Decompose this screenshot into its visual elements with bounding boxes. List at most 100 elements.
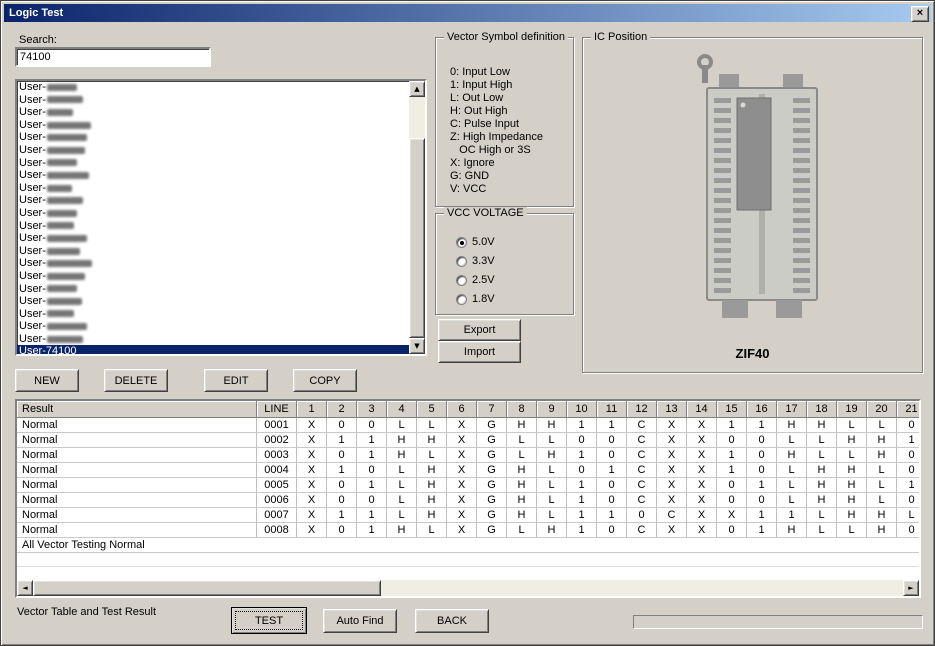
list-item[interactable]: User-	[17, 94, 409, 107]
column-header-pin: 12	[627, 401, 657, 418]
list-item[interactable]: User-	[17, 270, 409, 283]
list-item-selected[interactable]: User-74100	[17, 345, 409, 354]
list-item[interactable]: User-	[17, 283, 409, 296]
radio-icon[interactable]	[456, 294, 467, 305]
column-header-pin: 15	[717, 401, 747, 418]
result-table[interactable]: ResultLINE123456789101112131415161718192…	[15, 399, 921, 598]
user-list[interactable]: User-User-User-User-User-User-User-User-…	[15, 79, 427, 356]
list-item[interactable]: User-	[17, 131, 409, 144]
vector-cell: C	[657, 508, 687, 523]
radio-icon[interactable]	[456, 275, 467, 286]
vector-cell: L	[417, 448, 447, 463]
vector-cell: 1	[567, 493, 597, 508]
back-button[interactable]: BACK	[415, 609, 489, 633]
obscured-text	[47, 273, 85, 280]
table-row[interactable]: Normal0006X00LHXGHL10CXX00LHHL0	[17, 493, 919, 508]
table-row[interactable]: Normal0001X00LLXGHH11CXX11HHLL0	[17, 418, 919, 433]
vector-cell: 1	[357, 478, 387, 493]
column-header-pin: 10	[567, 401, 597, 418]
list-item[interactable]: User-	[17, 144, 409, 157]
legend-line: 1: Input High	[450, 79, 543, 92]
obscured-text	[47, 210, 77, 217]
close-icon[interactable]: ×	[911, 6, 929, 22]
list-item[interactable]: User-	[17, 257, 409, 270]
vector-cell: 1	[747, 418, 777, 433]
scroll-up-icon[interactable]: ▲	[409, 81, 425, 97]
vector-cell: H	[867, 523, 897, 538]
title-bar[interactable]: Logic Test ×	[4, 4, 931, 22]
export-button[interactable]: Export	[438, 319, 521, 341]
vector-cell: H	[837, 463, 867, 478]
list-item[interactable]: User-	[17, 295, 409, 308]
table-row[interactable]: Normal0002X11HHXGLL00CXX00LLHH1	[17, 433, 919, 448]
vector-cell: X	[447, 493, 477, 508]
list-item[interactable]: User-	[17, 194, 409, 207]
list-item[interactable]: User-	[17, 169, 409, 182]
vcc-option-5-0V[interactable]: 5.0V	[456, 236, 495, 248]
vector-cell: L	[507, 433, 537, 448]
list-item[interactable]: User-	[17, 81, 409, 94]
hscroll-thumb[interactable]	[33, 580, 381, 596]
test-button[interactable]: TEST	[231, 607, 307, 634]
list-item[interactable]: User-	[17, 207, 409, 220]
empty-row	[17, 553, 919, 567]
line-cell: 0003	[257, 448, 297, 463]
vector-cell: X	[687, 523, 717, 538]
vector-cell: 1	[357, 448, 387, 463]
vcc-option-2-5V[interactable]: 2.5V	[456, 274, 495, 286]
zif-socket-graphic	[667, 52, 837, 324]
vcc-option-1-8V[interactable]: 1.8V	[456, 293, 495, 305]
scroll-down-icon[interactable]: ▼	[409, 338, 425, 354]
edit-button[interactable]: EDIT	[204, 369, 268, 392]
vector-cell: 0	[597, 448, 627, 463]
vector-cell: X	[657, 493, 687, 508]
table-hscrollbar[interactable]: ◄ ►	[17, 580, 919, 596]
new-button[interactable]: NEW	[15, 369, 79, 392]
vector-cell: L	[537, 463, 567, 478]
scroll-left-icon[interactable]: ◄	[17, 580, 33, 596]
list-item[interactable]: User-	[17, 220, 409, 233]
column-header-pin: 1	[297, 401, 327, 418]
import-button[interactable]: Import	[438, 341, 521, 363]
list-item[interactable]: User-	[17, 333, 409, 346]
list-item[interactable]: User-	[17, 245, 409, 258]
table-row[interactable]: Normal0003X01HLXGLH10CXX10HLLH0	[17, 448, 919, 463]
list-item[interactable]: User-	[17, 119, 409, 132]
list-item[interactable]: User-	[17, 157, 409, 170]
result-cell: Normal	[17, 523, 257, 538]
list-scrollbar[interactable]: ▲ ▼	[409, 81, 425, 354]
search-input[interactable]	[15, 47, 211, 67]
list-item[interactable]: User-	[17, 106, 409, 119]
table-row[interactable]: Normal0007X11LHXGHL110CXX11LHHL	[17, 508, 919, 523]
copy-button[interactable]: COPY	[293, 369, 357, 392]
list-item-label: User-	[19, 182, 46, 195]
legend-line: OC High or 3S	[450, 144, 543, 157]
radio-icon[interactable]	[456, 237, 467, 248]
vector-cell: L	[417, 523, 447, 538]
vector-cell: 0	[717, 493, 747, 508]
column-header-pin: 4	[387, 401, 417, 418]
delete-button[interactable]: DELETE	[104, 369, 168, 392]
table-body: Normal0001X00LLXGHH11CXX11HHLL0Normal000…	[17, 418, 919, 580]
list-item[interactable]: User-	[17, 232, 409, 245]
table-row[interactable]: Normal0005X01LHXGHL10CXX01LHHL1	[17, 478, 919, 493]
legend-line: L: Out Low	[450, 92, 543, 105]
vcc-option-3-3V[interactable]: 3.3V	[456, 255, 495, 267]
list-item-label: User-	[19, 131, 46, 144]
vector-cell: X	[297, 448, 327, 463]
list-item[interactable]: User-	[17, 182, 409, 195]
vector-cell: 0	[597, 493, 627, 508]
scroll-thumb[interactable]	[409, 138, 425, 338]
vector-cell: L	[537, 493, 567, 508]
radio-icon[interactable]	[456, 256, 467, 267]
vector-cell: X	[687, 493, 717, 508]
scroll-right-icon[interactable]: ►	[903, 580, 919, 596]
vector-cell: L	[537, 508, 567, 523]
list-item[interactable]: User-	[17, 320, 409, 333]
table-row[interactable]: Normal0004X10LHXGHL01CXX10LHHL0	[17, 463, 919, 478]
list-item[interactable]: User-	[17, 308, 409, 321]
obscured-text	[47, 285, 77, 292]
auto-find-button[interactable]: Auto Find	[323, 609, 397, 633]
obscured-text	[47, 248, 80, 255]
table-row[interactable]: Normal0008X01HLXGLH10CXX01HLLH0	[17, 523, 919, 538]
